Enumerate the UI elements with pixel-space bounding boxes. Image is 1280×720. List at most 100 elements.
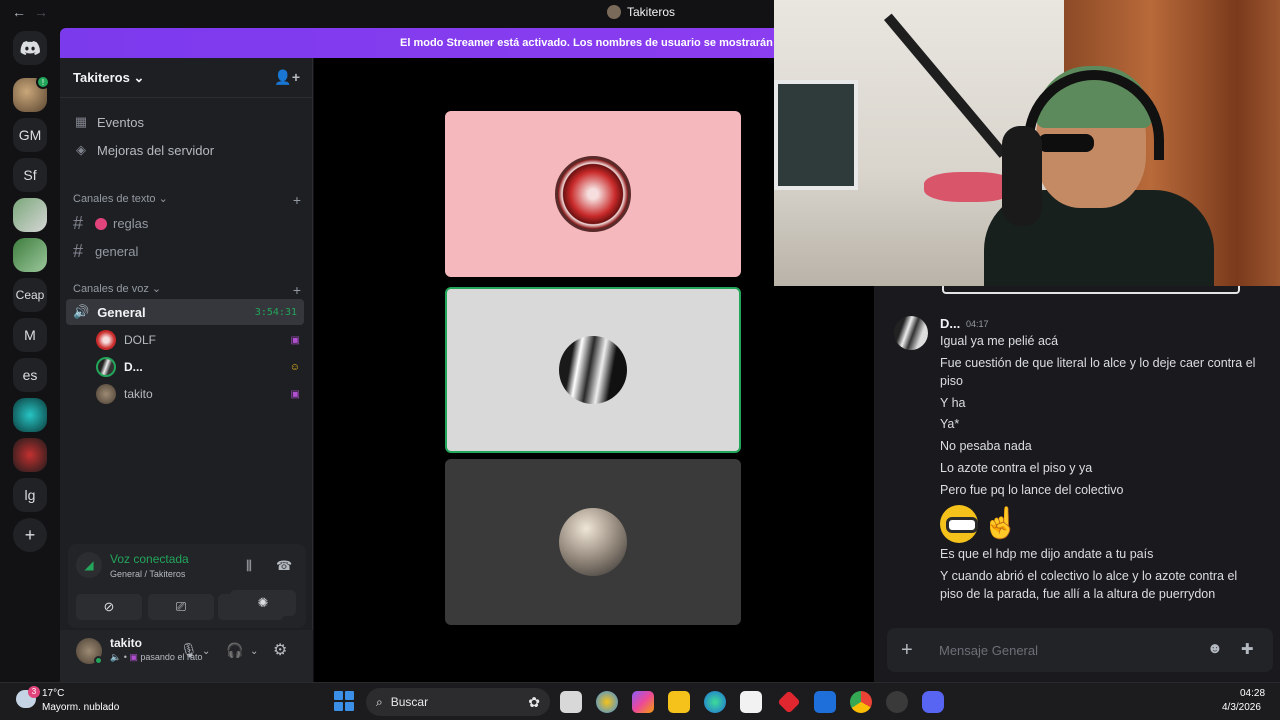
- activity-icon: ▣: [129, 652, 138, 662]
- participant-tile[interactable]: [445, 111, 741, 277]
- voice-channel-label: General: [97, 304, 146, 320]
- clock-date[interactable]: 4/3/2026: [1222, 702, 1261, 713]
- avatar[interactable]: [894, 316, 928, 350]
- task-view-icon[interactable]: [560, 691, 582, 713]
- forward-arrow-icon[interactable]: →: [34, 4, 48, 20]
- anydesk-icon[interactable]: [777, 690, 801, 714]
- sidebar-item-server-boost[interactable]: ◈ Mejoras del servidor: [73, 142, 214, 158]
- weather-temperature[interactable]: 17°C: [42, 688, 64, 699]
- headphones-icon[interactable]: 🎧: [226, 642, 243, 659]
- online-status-icon: [94, 656, 103, 665]
- gear-icon[interactable]: ⚙: [273, 640, 287, 660]
- file-explorer-icon[interactable]: [668, 691, 690, 713]
- search-icon: ⌕: [376, 694, 383, 709]
- chrome-icon[interactable]: [850, 691, 872, 713]
- obs-icon[interactable]: [886, 691, 908, 713]
- rules-emoji-icon: [95, 217, 107, 230]
- text-channels-category[interactable]: Canales de texto ⌄ +: [73, 192, 301, 208]
- channel-label: general: [95, 244, 139, 259]
- clock-time[interactable]: 04:28: [1240, 688, 1265, 699]
- participant-tile-speaking[interactable]: [445, 287, 741, 453]
- widgets-icon[interactable]: [596, 691, 618, 713]
- noise-suppression-icon[interactable]: ⫼: [246, 558, 252, 574]
- webcam-cloth: [924, 172, 1014, 202]
- voice-status[interactable]: Voz conectada: [110, 552, 189, 566]
- mail-icon[interactable]: [814, 691, 836, 713]
- chevron-down-icon[interactable]: ⌄: [250, 646, 258, 657]
- server-item[interactable]: lg: [13, 478, 47, 512]
- copilot-icon[interactable]: [632, 691, 654, 713]
- voice-channels-category[interactable]: Canales de voz ⌄ +: [73, 282, 301, 298]
- window-title: Takiteros: [607, 5, 675, 19]
- server-item[interactable]: [13, 198, 47, 232]
- notification-badge: !: [36, 75, 50, 89]
- server-item[interactable]: Ceap: [13, 278, 47, 312]
- server-item[interactable]: !: [13, 75, 50, 112]
- message-input[interactable]: [939, 640, 1189, 660]
- server-item[interactable]: M: [13, 318, 47, 352]
- voice-user[interactable]: DOLF ▣: [96, 330, 300, 350]
- message-author[interactable]: D...: [940, 316, 960, 331]
- invite-people-icon[interactable]: 👤+: [274, 69, 300, 86]
- add-channel-icon[interactable]: +: [293, 192, 301, 208]
- avatar: [559, 508, 627, 576]
- server-item[interactable]: [13, 438, 47, 472]
- avatar: [559, 336, 627, 404]
- weather-badge: 3: [28, 686, 40, 698]
- discord-home-icon[interactable]: [13, 31, 47, 65]
- taskbar-search[interactable]: ⌕ Buscar ✿: [366, 688, 550, 716]
- signal-icon[interactable]: ◢: [76, 552, 102, 578]
- speaker-icon: 🔈: [110, 652, 122, 662]
- webcam-window: [774, 80, 858, 190]
- add-server-button[interactable]: +: [13, 518, 47, 552]
- channel-general[interactable]: # general: [73, 241, 138, 262]
- camera-off-button[interactable]: ⊘: [76, 594, 142, 620]
- mic-icon[interactable]: 🎙: [180, 642, 198, 659]
- apps-icon[interactable]: ✚: [1241, 640, 1254, 658]
- participant-tile[interactable]: [445, 459, 741, 625]
- chevron-down-icon[interactable]: ⌄: [202, 646, 210, 657]
- screen-share-icon: ⎚: [175, 599, 187, 614]
- attach-plus-icon[interactable]: +: [901, 639, 913, 662]
- server-rail: ! GM Sf Ceap M es lg +: [0, 26, 60, 682]
- store-icon[interactable]: [740, 691, 762, 713]
- activity-icon: ▣: [290, 388, 300, 400]
- chat-message: Pero fue pq lo lance del colectivo: [940, 483, 1124, 497]
- edge-icon[interactable]: [704, 691, 726, 713]
- channel-reglas[interactable]: # reglas: [73, 213, 148, 234]
- emoji-picker-icon[interactable]: ☻: [1207, 640, 1223, 657]
- voice-user[interactable]: takito ▣: [96, 384, 300, 404]
- discord-icon[interactable]: [922, 691, 944, 713]
- add-channel-icon[interactable]: +: [293, 282, 301, 298]
- server-item[interactable]: es: [13, 358, 47, 392]
- server-item[interactable]: GM: [13, 118, 47, 152]
- banner-text: El modo Streamer está activado. Los nomb…: [400, 37, 774, 49]
- server-item[interactable]: [13, 398, 47, 432]
- disconnect-icon[interactable]: ☎: [276, 558, 292, 574]
- chevron-down-icon: ⌄: [151, 283, 162, 295]
- message-timestamp: 04:17: [966, 319, 989, 329]
- screen-share-button[interactable]: ⎚: [148, 594, 214, 620]
- search-highlight-icon: ✿: [528, 693, 540, 710]
- server-item[interactable]: Sf: [13, 158, 47, 192]
- nerd-face-emoji-icon: [940, 505, 978, 543]
- voice-location[interactable]: General / Takiteros: [110, 569, 185, 579]
- chat-embed-edge: [942, 286, 1240, 294]
- windows-start-icon[interactable]: [334, 691, 354, 711]
- calendar-icon: ▦: [74, 114, 88, 129]
- chat-message: Ya*: [940, 417, 960, 431]
- voice-user[interactable]: D... ☺: [96, 357, 300, 377]
- voice-timer: 3:54:31: [254, 306, 297, 318]
- weather-description[interactable]: Mayorm. nublado: [42, 702, 119, 713]
- soundboard-button[interactable]: ✺: [230, 590, 296, 616]
- voice-user-name: D...: [124, 360, 143, 374]
- server-item[interactable]: [13, 238, 47, 272]
- voice-channel-general[interactable]: 🔊 General 3:54:31: [66, 299, 304, 325]
- voice-user-name: DOLF: [124, 333, 157, 347]
- user-name[interactable]: takito: [110, 636, 142, 650]
- sidebar-item-events[interactable]: ▦ Eventos: [73, 114, 144, 130]
- back-arrow-icon[interactable]: ←: [12, 4, 26, 20]
- server-header[interactable]: Takiteros ⌄ 👤+: [60, 58, 313, 98]
- pointing-up-emoji-icon: ☝: [982, 507, 1020, 540]
- speaker-icon: 🔊: [73, 304, 90, 319]
